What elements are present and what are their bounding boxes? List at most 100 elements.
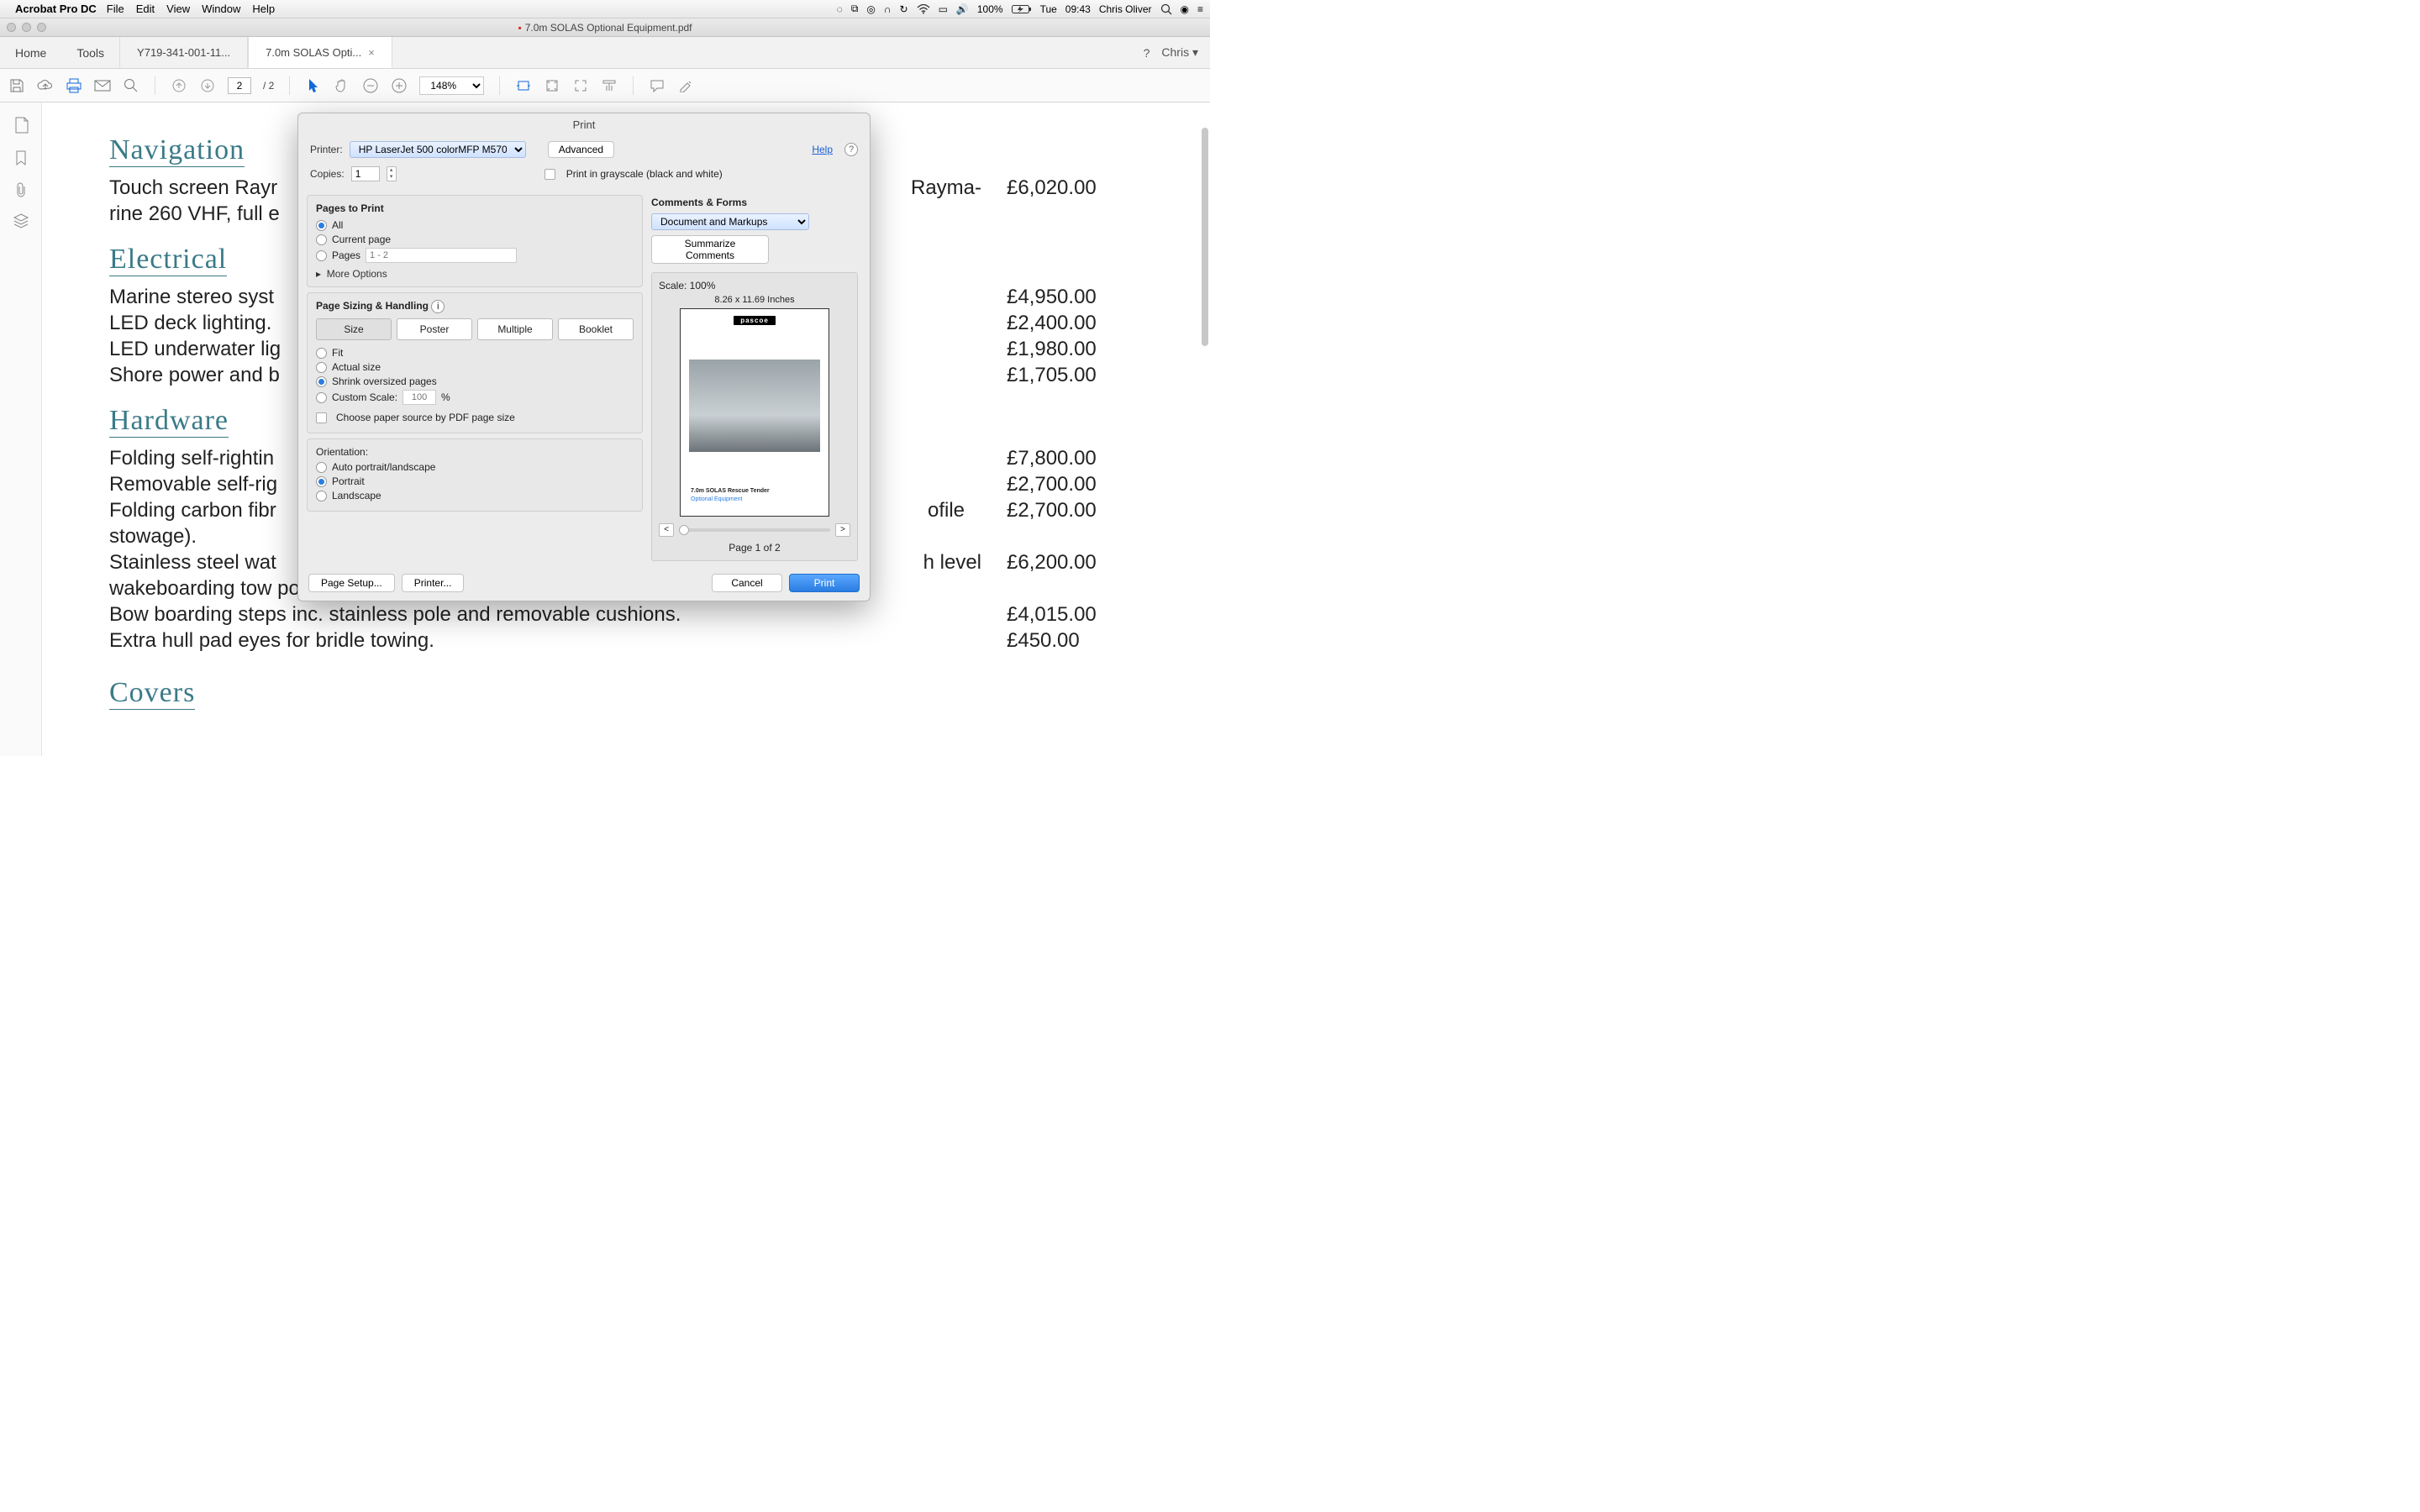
wifi-icon[interactable] bbox=[917, 4, 930, 14]
zoom-out-icon[interactable] bbox=[362, 77, 379, 94]
help-icon[interactable]: ? bbox=[1144, 46, 1150, 60]
page-input[interactable] bbox=[228, 77, 251, 94]
volume-icon[interactable]: 🔊 bbox=[956, 3, 969, 15]
preview-logo: pascoe bbox=[734, 316, 776, 325]
seg-multiple[interactable]: Multiple bbox=[477, 318, 553, 340]
save-icon[interactable] bbox=[8, 77, 25, 94]
menu-file[interactable]: File bbox=[107, 3, 124, 15]
seg-poster[interactable]: Poster bbox=[397, 318, 472, 340]
zoom-select[interactable]: 148% bbox=[419, 76, 484, 95]
slider-knob[interactable] bbox=[679, 525, 689, 535]
radio-landscape[interactable] bbox=[316, 491, 327, 501]
radio-custom[interactable] bbox=[316, 392, 327, 403]
seg-size[interactable]: Size bbox=[316, 318, 392, 340]
page-sizing-panel: Page Sizing & Handling i Size Poster Mul… bbox=[307, 292, 643, 433]
radio-actual[interactable] bbox=[316, 362, 327, 373]
traffic-lights[interactable] bbox=[7, 23, 46, 32]
grayscale-checkbox[interactable] bbox=[544, 169, 555, 180]
radio-fit[interactable] bbox=[316, 348, 327, 359]
copies-input[interactable] bbox=[351, 166, 380, 181]
zoom-in-icon[interactable] bbox=[391, 77, 408, 94]
page-down-icon[interactable] bbox=[199, 77, 216, 94]
display-icon[interactable]: ▭ bbox=[939, 3, 948, 15]
menu-edit[interactable]: Edit bbox=[136, 3, 155, 15]
next-page-button[interactable]: > bbox=[835, 523, 850, 537]
printer-select[interactable]: HP LaserJet 500 colorMFP M570dw... bbox=[350, 141, 526, 158]
fit-page-icon[interactable] bbox=[544, 77, 560, 94]
doc-text: rine 260 VHF, full e bbox=[109, 202, 280, 226]
headphones-icon[interactable]: ∩ bbox=[884, 3, 892, 15]
radio-shrink[interactable] bbox=[316, 376, 327, 387]
page-up-icon[interactable] bbox=[171, 77, 187, 94]
choose-source-checkbox[interactable] bbox=[316, 412, 327, 423]
read-mode-icon[interactable] bbox=[601, 77, 618, 94]
cancel-button[interactable]: Cancel bbox=[712, 574, 782, 592]
seg-booklet[interactable]: Booklet bbox=[558, 318, 634, 340]
print-icon[interactable] bbox=[66, 77, 82, 94]
prev-page-button[interactable]: < bbox=[659, 523, 674, 537]
highlight-icon[interactable] bbox=[677, 77, 694, 94]
print-button[interactable]: Print bbox=[789, 574, 860, 592]
thumbnails-icon[interactable] bbox=[13, 116, 29, 134]
menubar-time[interactable]: 09:43 bbox=[1065, 3, 1091, 15]
info-icon[interactable]: i bbox=[431, 300, 445, 313]
printer-button[interactable]: Printer... bbox=[402, 574, 465, 592]
pages-input[interactable] bbox=[366, 248, 517, 263]
tab-doc-2[interactable]: 7.0m SOLAS Opti...× bbox=[248, 37, 392, 68]
comments-forms-select[interactable]: Document and Markups bbox=[651, 213, 809, 230]
heading-electrical: Electrical bbox=[109, 244, 227, 276]
layers-icon[interactable] bbox=[13, 213, 29, 228]
dialog-title: Print bbox=[298, 113, 870, 136]
tab-doc-1[interactable]: Y719-341-001-11... bbox=[119, 37, 248, 68]
preview-photo bbox=[689, 360, 820, 452]
notifications-icon[interactable]: ≡ bbox=[1197, 3, 1203, 15]
scrollbar[interactable] bbox=[1202, 102, 1208, 690]
page-setup-button[interactable]: Page Setup... bbox=[308, 574, 395, 592]
mail-icon[interactable] bbox=[94, 77, 111, 94]
help-link[interactable]: Help bbox=[812, 144, 833, 155]
close-icon[interactable]: × bbox=[368, 46, 375, 59]
custom-scale-input[interactable] bbox=[402, 390, 436, 405]
help-icon[interactable]: ? bbox=[844, 143, 858, 156]
account-menu[interactable]: Chris ▾ bbox=[1161, 45, 1198, 60]
cc-icon[interactable]: ◎ bbox=[866, 3, 875, 15]
more-options[interactable]: ▸ More Options bbox=[316, 268, 634, 280]
menu-view[interactable]: View bbox=[166, 3, 190, 15]
zoom-window[interactable] bbox=[37, 23, 46, 32]
menu-help[interactable]: Help bbox=[252, 3, 275, 15]
minimize-window[interactable] bbox=[22, 23, 31, 32]
menubar-user[interactable]: Chris Oliver bbox=[1099, 3, 1152, 15]
page-slider[interactable] bbox=[679, 528, 830, 532]
dropbox-icon[interactable]: ⧉ bbox=[851, 3, 859, 15]
menu-window[interactable]: Window bbox=[202, 3, 240, 15]
radio-portrait[interactable] bbox=[316, 476, 327, 487]
hand-tool-icon[interactable] bbox=[334, 77, 350, 94]
summarize-button[interactable]: Summarize Comments bbox=[651, 235, 769, 264]
status-icon[interactable]: ◌ bbox=[837, 3, 843, 15]
spotlight-icon[interactable] bbox=[1160, 3, 1172, 15]
timemachine-icon[interactable]: ↻ bbox=[900, 3, 908, 15]
advanced-button[interactable]: Advanced bbox=[548, 141, 614, 158]
tab-tools[interactable]: Tools bbox=[61, 37, 119, 68]
radio-all[interactable] bbox=[316, 220, 327, 231]
tab-home[interactable]: Home bbox=[0, 37, 61, 68]
search-icon[interactable] bbox=[123, 77, 139, 94]
select-tool-icon[interactable] bbox=[305, 77, 322, 94]
copies-stepper[interactable]: ▴▾ bbox=[387, 166, 397, 181]
bookmarks-icon[interactable] bbox=[14, 150, 28, 166]
radio-pages[interactable] bbox=[316, 250, 327, 261]
close-window[interactable] bbox=[7, 23, 16, 32]
radio-current[interactable] bbox=[316, 234, 327, 245]
app-name[interactable]: Acrobat Pro DC bbox=[15, 3, 97, 15]
cloud-icon[interactable] bbox=[37, 77, 54, 94]
fullscreen-icon[interactable] bbox=[572, 77, 589, 94]
menubar-day[interactable]: Tue bbox=[1040, 3, 1057, 15]
scrollbar-thumb[interactable] bbox=[1202, 128, 1208, 346]
siri-icon[interactable]: ◉ bbox=[1181, 3, 1189, 15]
comment-icon[interactable] bbox=[649, 77, 666, 94]
left-nav bbox=[0, 102, 42, 756]
radio-auto[interactable] bbox=[316, 462, 327, 473]
attachments-icon[interactable] bbox=[14, 181, 28, 198]
fit-width-icon[interactable] bbox=[515, 77, 532, 94]
battery-icon[interactable] bbox=[1012, 4, 1032, 14]
